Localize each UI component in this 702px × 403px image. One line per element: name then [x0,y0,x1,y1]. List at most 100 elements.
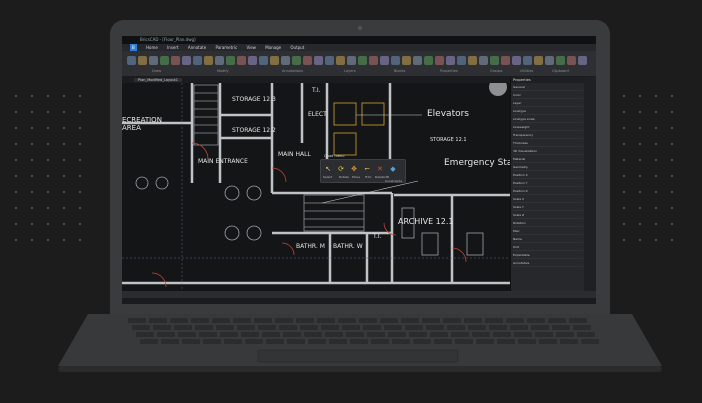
ribbon-tool-icon[interactable] [336,56,345,65]
move-icon[interactable]: ✥ [349,164,359,174]
keyboard-key [489,325,507,330]
property-row[interactable]: 3D Visualization [513,149,583,155]
ribbon-tool-icon[interactable] [281,56,290,65]
ribbon-tool-icon[interactable] [424,56,433,65]
ribbon-tool-icon[interactable] [534,56,543,65]
ribbon-tool-icon[interactable] [347,56,356,65]
property-row[interactable]: Geometry [513,165,583,171]
keyboard-key [237,325,255,330]
property-row[interactable]: Annotative [513,261,583,267]
ribbon-tool-icon[interactable] [314,56,323,65]
ribbon-tool-icon[interactable] [127,56,136,65]
ribbon-tool-icon[interactable] [501,56,510,65]
property-row[interactable]: Thickness [513,141,583,147]
property-row[interactable]: Transparency [513,133,583,139]
keyboard-key [182,339,200,344]
group-utilities: Utilities [520,69,534,73]
property-row[interactable]: Material [513,157,583,163]
keyboard-key [140,339,158,344]
ribbon-tool-icon[interactable] [292,56,301,65]
trim-icon[interactable]: ⌐ [362,164,372,174]
property-row[interactable]: Misc [513,229,583,235]
ribbon-tool-icon[interactable] [149,56,158,65]
ribbon-tool-icon[interactable] [303,56,312,65]
rotate-icon[interactable]: ⟳ [336,164,346,174]
ribbon-tool-icon[interactable] [391,56,400,65]
keyboard-key [203,339,221,344]
ribbon-tool-icon[interactable] [270,56,279,65]
tab-home[interactable]: Home [146,44,158,51]
command-line[interactable] [122,298,596,304]
ribbon-tool-icon[interactable] [468,56,477,65]
label-main-hall: MAIN HALL [278,151,311,158]
property-row[interactable]: Layer [513,101,583,107]
ribbon-tool-icon[interactable] [171,56,180,65]
property-row[interactable]: General [513,85,583,91]
ribbon-tool-icon[interactable] [369,56,378,65]
tab-parametric[interactable]: Parametric [215,44,237,51]
ribbon-tool-icon[interactable] [248,56,257,65]
keyboard-key [527,318,545,323]
ribbon-tool-icon[interactable] [204,56,213,65]
property-row[interactable]: Unit [513,245,583,251]
ribbon-tool-icon[interactable] [523,56,532,65]
ribbon-tool-icon[interactable] [512,56,521,65]
property-row[interactable]: Scale X [513,197,583,203]
ribbon-tool-icon[interactable] [215,56,224,65]
delete-icon[interactable]: ✕ [375,164,385,174]
property-row[interactable]: Position X [513,173,583,179]
tab-output[interactable]: Output [290,44,304,51]
ribbon-tool-icon[interactable] [380,56,389,65]
app-menu-button[interactable]: B [130,44,137,51]
property-row[interactable]: Scale Z [513,213,583,219]
laptop-lid: BricsCAD - [Floor_Plan.dwg] B Home Inser… [110,20,610,320]
keyboard-key [451,332,469,337]
tab-annotate[interactable]: Annotate [188,44,206,51]
ribbon-tool-icon[interactable] [457,56,466,65]
ribbon-tool-icon[interactable] [567,56,576,65]
ribbon-tool-icon[interactable] [446,56,455,65]
keyboard-key [149,318,167,323]
ribbon-tool-icon[interactable] [490,56,499,65]
constraints-icon[interactable]: ◆ [388,164,398,174]
doc-tab[interactable]: Plan_Modified_Layout1 [134,78,183,82]
property-row[interactable]: Rotation [513,221,583,227]
ribbon-tool-icon[interactable] [325,56,334,65]
select-icon[interactable]: ↖ [323,164,333,174]
property-row[interactable]: Position Y [513,181,583,187]
keyboard-key [279,325,297,330]
property-row[interactable]: Explodable [513,253,583,259]
drawing-canvas[interactable]: ECREATION AREA STORAGE 12.3 STORAGE 12.2… [122,83,510,291]
keyboard-key [384,325,402,330]
group-properties: Properties [440,69,458,73]
property-row[interactable]: Linetype scale [513,117,583,123]
ribbon-tool-icon[interactable] [402,56,411,65]
ribbon-tool-icon[interactable] [259,56,268,65]
property-row[interactable]: Scale Y [513,205,583,211]
property-row[interactable]: Lineweight [513,125,583,131]
tab-insert[interactable]: Insert [167,44,178,51]
ribbon-tool-icon[interactable] [358,56,367,65]
label-storage-12-2: STORAGE 12.2 [232,127,276,134]
ribbon-tool-icon[interactable] [138,56,147,65]
ribbon-tool-icon[interactable] [435,56,444,65]
keyboard-key [350,339,368,344]
property-row[interactable]: Linetype [513,109,583,115]
ribbon-tool-icon[interactable] [193,56,202,65]
ribbon-tool-icon[interactable] [578,56,587,65]
ribbon-tool-icon[interactable] [237,56,246,65]
ribbon-tool-icon[interactable] [182,56,191,65]
ribbon-tool-icon[interactable] [556,56,565,65]
tab-manage[interactable]: Manage [265,44,281,51]
ribbon-tool-icon[interactable] [545,56,554,65]
property-row[interactable]: Name [513,237,583,243]
ribbon-tool-icon[interactable] [226,56,235,65]
property-row[interactable]: Color [513,93,583,99]
keyboard-key [329,339,347,344]
property-row[interactable]: Position Z [513,189,583,195]
tab-view[interactable]: View [246,44,256,51]
ribbon-tool-icon[interactable] [160,56,169,65]
keyboard-key [573,325,591,330]
ribbon-tool-icon[interactable] [413,56,422,65]
ribbon-tool-icon[interactable] [479,56,488,65]
